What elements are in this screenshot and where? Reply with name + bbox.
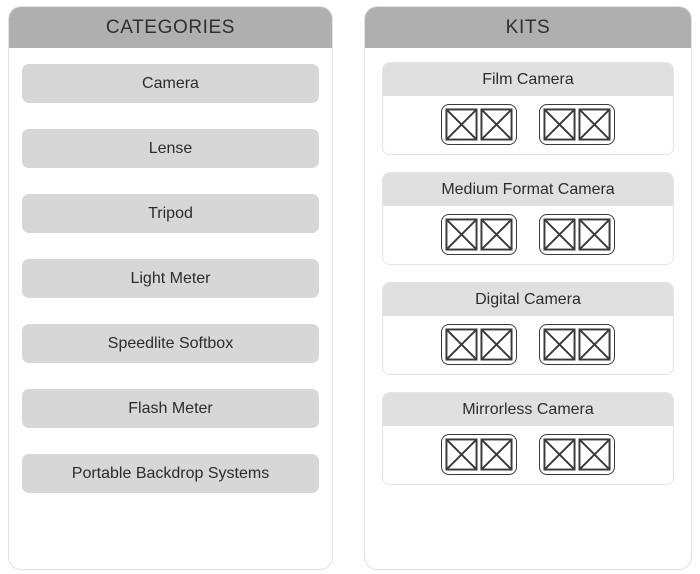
kit-card[interactable]: Medium Format Camera (382, 172, 674, 265)
kit-thumbnail-group[interactable] (539, 104, 615, 145)
category-item[interactable]: Portable Backdrop Systems (22, 454, 319, 493)
app-root: CATEGORIES Camera Lense Tripod Light Meter S… (0, 0, 700, 574)
kit-card-title[interactable]: Digital Camera (383, 283, 673, 316)
kits-panel-body: Film Camera Medium Format Camera Digital C… (365, 48, 691, 569)
image-placeholder-icon (578, 218, 611, 251)
category-item[interactable]: Speedlite Softbox (22, 324, 319, 363)
image-placeholder-icon (480, 438, 513, 471)
image-placeholder-icon (543, 108, 576, 141)
category-item[interactable]: Light Meter (22, 259, 319, 298)
image-placeholder-icon (543, 328, 576, 361)
kit-thumbnail-group[interactable] (539, 214, 615, 255)
image-placeholder-icon (445, 328, 478, 361)
kit-card-title[interactable]: Mirrorless Camera (383, 393, 673, 426)
image-placeholder-icon (543, 218, 576, 251)
image-placeholder-icon (445, 438, 478, 471)
kits-panel: KITS Film Camera Medium Format Camera Digi… (364, 6, 692, 570)
categories-panel: CATEGORIES Camera Lense Tripod Light Meter S… (8, 6, 333, 570)
image-placeholder-icon (445, 218, 478, 251)
kit-card[interactable]: Mirrorless Camera (382, 392, 674, 485)
kit-card[interactable]: Film Camera (382, 62, 674, 155)
category-item[interactable]: Lense (22, 129, 319, 168)
kit-card-title[interactable]: Medium Format Camera (383, 173, 673, 206)
image-placeholder-icon (480, 108, 513, 141)
kits-panel-title: KITS (365, 7, 691, 48)
image-placeholder-icon (480, 328, 513, 361)
categories-panel-title: CATEGORIES (9, 7, 332, 48)
kit-card[interactable]: Digital Camera (382, 282, 674, 375)
kit-card-body (383, 96, 673, 154)
image-placeholder-icon (445, 108, 478, 141)
image-placeholder-icon (480, 218, 513, 251)
image-placeholder-icon (543, 438, 576, 471)
categories-list: Camera Lense Tripod Light Meter Speedlite So… (9, 48, 332, 493)
kit-thumbnail-group[interactable] (539, 324, 615, 365)
image-placeholder-icon (578, 328, 611, 361)
kit-thumbnail-group[interactable] (441, 104, 517, 145)
kit-thumbnail-group[interactable] (441, 434, 517, 475)
kit-card-title[interactable]: Film Camera (383, 63, 673, 96)
kit-thumbnail-group[interactable] (539, 434, 615, 475)
category-item[interactable]: Tripod (22, 194, 319, 233)
kits-list: Film Camera Medium Format Camera Digital C… (365, 48, 691, 485)
kit-card-body (383, 426, 673, 484)
image-placeholder-icon (578, 108, 611, 141)
kit-card-body (383, 316, 673, 374)
category-item[interactable]: Camera (22, 64, 319, 103)
kit-thumbnail-group[interactable] (441, 324, 517, 365)
kit-card-body (383, 206, 673, 264)
kit-thumbnail-group[interactable] (441, 214, 517, 255)
category-item[interactable]: Flash Meter (22, 389, 319, 428)
image-placeholder-icon (578, 438, 611, 471)
categories-panel-body: Camera Lense Tripod Light Meter Speedlite So… (9, 48, 332, 569)
